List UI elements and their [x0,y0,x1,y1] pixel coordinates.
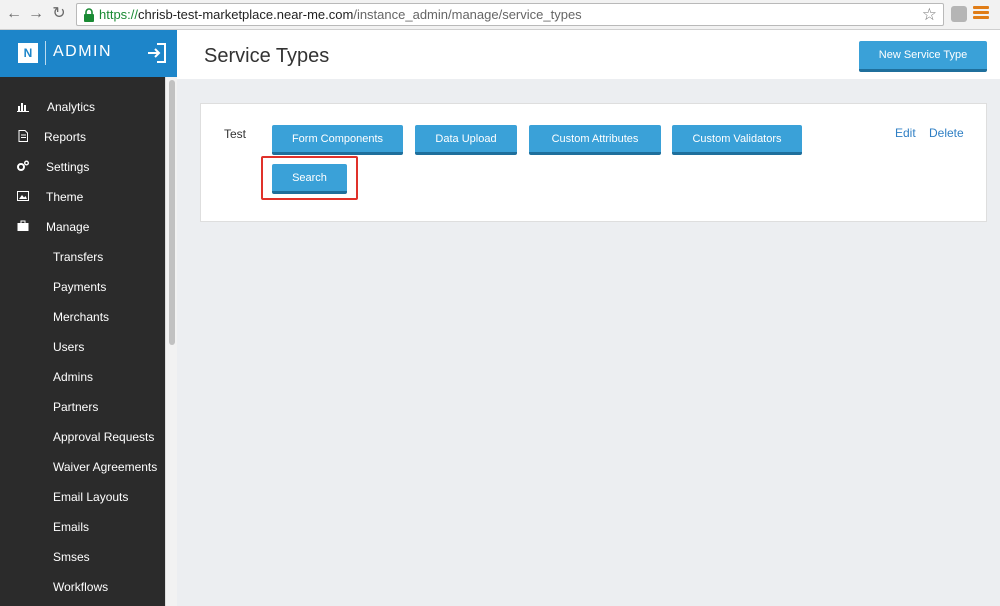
picture-icon [17,191,29,201]
sidebar-item-waiver-agreements[interactable]: Waiver Agreements [0,453,165,481]
back-icon[interactable]: ← [4,4,24,24]
sidebar-item-label: Partners [53,400,99,414]
sidebar-item-label: Users [53,340,85,354]
admin-label: ADMIN [53,43,113,60]
sidebar-scroll-thumb[interactable] [169,80,175,345]
data-upload-button[interactable]: Data Upload [415,125,517,155]
sidebar-item-label: Payments [53,280,107,294]
sidebar-item-label: Smses [53,550,90,564]
sidebar-item-reports[interactable]: Reports [0,123,165,151]
sidebar-scrollbar[interactable] [165,77,177,606]
url-host: chrisb-test-marketplace.near-me.com [138,7,354,22]
custom-attributes-button[interactable]: Custom Attributes [529,125,661,155]
service-type-row: Test Form Components Data Upload Custom … [200,103,987,222]
browser-toolbar: ← → ↻ https://chrisb-test-marketplace.ne… [0,0,1000,30]
page-title: Service Types [204,45,330,67]
sidebar-item-label: Reports [44,130,87,144]
url-scheme: https:// [99,7,139,22]
form-components-button[interactable]: Form Components [272,125,403,155]
sidebar-item-label: Theme [46,190,84,204]
service-type-name: Test [224,127,247,141]
logout-icon[interactable] [146,42,168,64]
url-path: /instance_admin/manage/service_types [353,7,582,22]
star-icon[interactable]: ☆ [922,5,937,25]
delete-link[interactable]: Delete [929,126,964,140]
sidebar-item-merchants[interactable]: Merchants [0,303,165,331]
sidebar-item-label: Analytics [47,100,96,114]
sidebar-header: N ADMIN [0,30,177,77]
sidebar-item-label: Workflows [53,580,109,594]
sidebar-item-manage[interactable]: Manage [0,213,165,241]
extension-icon[interactable] [951,6,967,22]
sidebar-item-label: Admins [53,370,94,384]
reload-icon[interactable]: ↻ [49,4,69,24]
document-icon [18,130,28,142]
page-header: Service Types New Service Type [177,30,1000,79]
sidebar-item-admins[interactable]: Admins [0,363,165,391]
search-button[interactable]: Search [272,164,347,194]
sidebar-item-label: Manage [46,220,90,234]
sidebar-item-label: Merchants [53,310,110,324]
sidebar-item-payments[interactable]: Payments [0,273,165,301]
logo[interactable]: N [18,43,38,63]
sidebar-item-label: Emails [53,520,90,534]
sidebar-item-transfers[interactable]: Transfers [0,243,165,271]
edit-link[interactable]: Edit [895,126,916,140]
logo-divider [45,41,46,65]
sidebar-item-theme[interactable]: Theme [0,183,165,211]
address-bar[interactable]: https://chrisb-test-marketplace.near-me.… [76,3,944,26]
lock-icon [84,8,94,22]
cogs-icon [17,160,29,171]
sidebar: Analytics Reports Settings Theme Manage … [0,77,177,606]
briefcase-icon [17,220,29,231]
sidebar-item-label: Transfers [53,250,104,264]
bar-chart-icon [17,103,29,112]
sidebar-item-smses[interactable]: Smses [0,543,165,571]
custom-validators-button[interactable]: Custom Validators [672,125,802,155]
sidebar-item-workflows[interactable]: Workflows [0,573,165,601]
sidebar-item-analytics[interactable]: Analytics [0,93,165,121]
sidebar-item-partners[interactable]: Partners [0,393,165,421]
sidebar-item-label: Waiver Agreements [53,460,158,474]
sidebar-item-users[interactable]: Users [0,333,165,361]
menu-icon[interactable] [973,6,989,22]
sidebar-item-approval-requests[interactable]: Approval Requests [0,423,165,451]
url-text: https://chrisb-test-marketplace.near-me.… [99,7,582,22]
sidebar-item-label: Email Layouts [53,490,129,504]
new-service-type-button[interactable]: New Service Type [859,41,987,72]
sidebar-item-settings[interactable]: Settings [0,153,165,181]
forward-icon[interactable]: → [26,4,46,24]
sidebar-item-email-layouts[interactable]: Email Layouts [0,483,165,511]
sidebar-item-label: Approval Requests [53,430,155,444]
sidebar-item-label: Settings [46,160,90,174]
sidebar-item-emails[interactable]: Emails [0,513,165,541]
